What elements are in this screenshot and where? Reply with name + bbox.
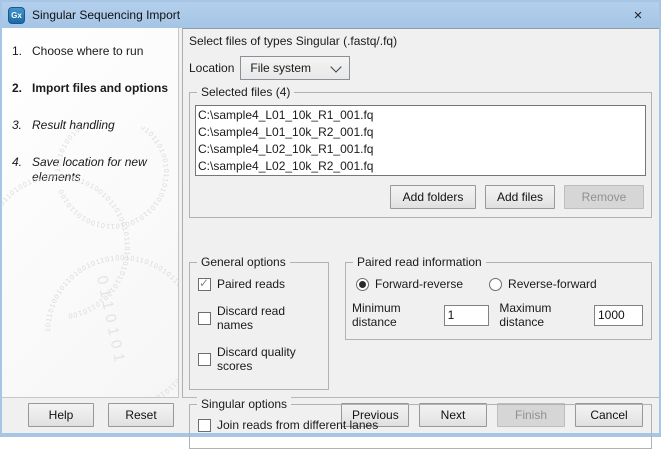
singular-options-title: Singular options (197, 397, 291, 411)
discard-quality-scores-option[interactable]: Discard quality scores (198, 345, 320, 373)
orientation-radio-group: Forward-reverse Reverse-forward (356, 277, 643, 291)
file-list-item[interactable]: C:\sample4_L01_10k_R2_001.fq (198, 124, 645, 141)
svg-text:0110101: 0110101 (93, 274, 129, 368)
checkbox-label: Discard quality scores (217, 345, 320, 373)
selected-files-title: Selected files (4) (197, 85, 294, 99)
location-select[interactable]: File system (240, 56, 350, 80)
reset-button[interactable]: Reset (108, 403, 174, 427)
options-row: General options Paired reads Discard rea… (189, 254, 652, 390)
step-number: 4. (12, 155, 32, 185)
reverse-forward-radio[interactable] (489, 278, 502, 291)
chevron-down-icon (324, 64, 340, 72)
step-number: 3. (12, 118, 32, 133)
location-label: Location (189, 61, 234, 75)
general-options-title: General options (197, 255, 290, 269)
forward-reverse-radio[interactable] (356, 278, 369, 291)
dialog-body: 1. Choose where to run 2. Import files a… (2, 28, 659, 398)
add-folders-button[interactable]: Add folders (390, 185, 476, 209)
svg-text:101101001011010010110100101101: 1011010010110100101101001011010010110100… (2, 174, 130, 319)
step-label: Save location for new elements (32, 155, 170, 185)
maximum-distance-input[interactable] (594, 305, 643, 326)
step-result-handling: 3. Result handling (12, 118, 170, 133)
step-number: 1. (12, 44, 32, 59)
distance-row: Minimum distance Maximum distance (352, 301, 643, 329)
step-label: Import files and options (32, 81, 168, 96)
checkbox-label: Join reads from different lanes (217, 418, 378, 432)
file-list-item[interactable]: C:\sample4_L01_10k_R1_001.fq (198, 107, 645, 124)
paired-reads-option[interactable]: Paired reads (198, 277, 320, 291)
title-bar: Gx Singular Sequencing Import × (2, 2, 659, 28)
remove-button: Remove (564, 185, 644, 209)
minimum-distance-input[interactable] (444, 305, 489, 326)
minimum-distance-label: Minimum distance (352, 301, 439, 329)
help-button[interactable]: Help (28, 403, 94, 427)
reverse-forward-option[interactable]: Reverse-forward (489, 277, 597, 291)
step-save-location: 4. Save location for new elements (12, 155, 170, 185)
step-choose-where-to-run: 1. Choose where to run (12, 44, 170, 59)
footer-left-buttons: Help Reset (28, 403, 174, 427)
singular-options-group: Singular options Join reads from differe… (189, 404, 652, 449)
file-list-buttons: Add folders Add files Remove (195, 185, 644, 209)
step-label: Result handling (32, 118, 115, 133)
paired-reads-checkbox[interactable] (198, 278, 211, 291)
join-reads-checkbox[interactable] (198, 419, 211, 432)
step-import-files-and-options: 2. Import files and options (12, 81, 170, 96)
radio-label: Forward-reverse (375, 277, 463, 291)
paired-read-information-group: Paired read information Forward-reverse … (345, 262, 652, 340)
add-files-button[interactable]: Add files (485, 185, 555, 209)
step-label: Choose where to run (32, 44, 143, 59)
close-icon[interactable]: × (625, 4, 651, 26)
maximum-distance-label: Maximum distance (499, 301, 589, 329)
file-list[interactable]: C:\sample4_L01_10k_R1_001.fq C:\sample4_… (195, 105, 646, 176)
general-options-group: General options Paired reads Discard rea… (189, 262, 329, 390)
file-list-item[interactable]: C:\sample4_L02_10k_R1_001.fq (198, 141, 645, 158)
import-options-panel: Select files of types Singular (.fastq/.… (182, 28, 659, 398)
discard-read-names-option[interactable]: Discard read names (198, 304, 320, 332)
import-wizard-dialog: Gx Singular Sequencing Import × 1. Choos… (0, 0, 661, 437)
checkbox-label: Discard read names (217, 304, 320, 332)
panel-instruction: Select files of types Singular (.fastq/.… (188, 33, 653, 56)
svg-text:101101001011010010110100101101: 1011010010110100101101001011010010110100… (45, 255, 179, 397)
selected-files-group: Selected files (4) C:\sample4_L01_10k_R1… (189, 92, 652, 218)
forward-reverse-option[interactable]: Forward-reverse (356, 277, 463, 291)
wizard-steps-sidebar: 1. Choose where to run 2. Import files a… (2, 28, 179, 398)
radio-label: Reverse-forward (508, 277, 597, 291)
location-row: Location File system (189, 56, 653, 80)
join-reads-option[interactable]: Join reads from different lanes (198, 418, 643, 432)
window-title: Singular Sequencing Import (32, 8, 180, 22)
location-selected-value: File system (250, 61, 311, 75)
discard-read-names-checkbox[interactable] (198, 312, 211, 325)
file-list-item[interactable]: C:\sample4_L02_10k_R2_001.fq (198, 158, 645, 175)
discard-quality-scores-checkbox[interactable] (198, 353, 211, 366)
checkbox-label: Paired reads (217, 277, 285, 291)
step-number: 2. (12, 81, 32, 96)
paired-read-information-title: Paired read information (353, 255, 486, 269)
app-icon: Gx (8, 7, 25, 24)
